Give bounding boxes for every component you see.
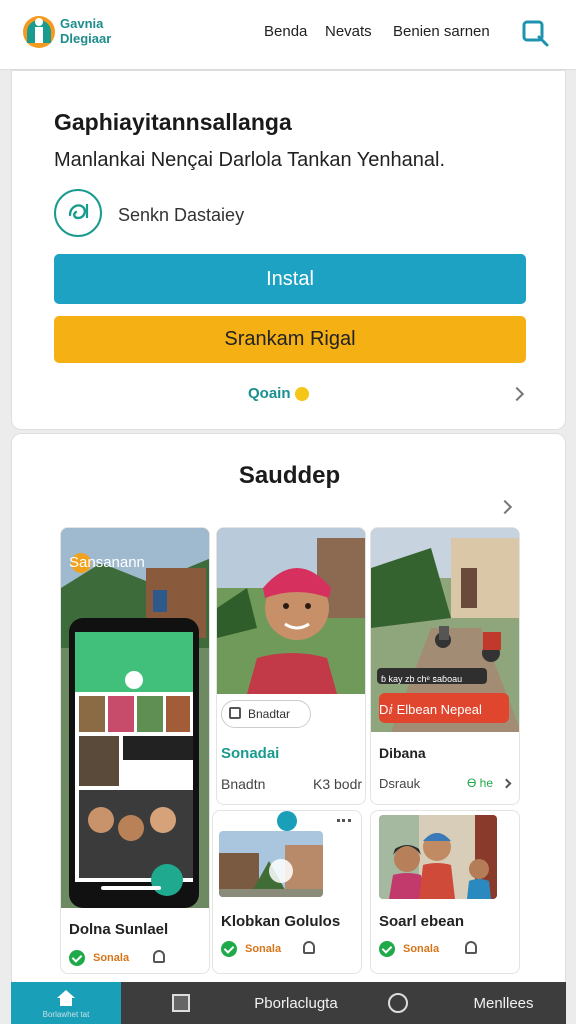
tile-3-sub-right: Ɵ he	[467, 776, 494, 790]
more-options-icon[interactable]	[337, 819, 351, 823]
developer-icon[interactable]	[54, 189, 102, 237]
check-icon	[69, 950, 85, 966]
check-icon	[221, 941, 237, 957]
tile-2-sub: Bnadtn	[221, 776, 266, 792]
screenshot-image-5	[379, 815, 497, 899]
check-icon	[379, 941, 395, 957]
screenshot-image-4	[219, 831, 323, 897]
tile-3-sub: Dsrauk	[379, 776, 421, 791]
chevron-right-icon[interactable]	[509, 386, 525, 402]
nav-link-1[interactable]: Benda	[264, 23, 307, 40]
bell-icon[interactable]	[153, 950, 165, 963]
chevron-right-icon[interactable]	[501, 778, 512, 789]
tablet-icon	[172, 994, 190, 1012]
tile-3-badge[interactable]: Dⅈ Elbean Nepeal	[379, 702, 482, 718]
app-store-page: Gavnia Dlegiaar Benda Nevats Benien sarn…	[0, 0, 576, 1024]
more-info-link[interactable]: Qoain	[248, 385, 309, 402]
screenshots-card: Sauddep Sansanann Dolna Sunlael Sonala B…	[11, 433, 566, 993]
tile-4-marker-icon	[277, 811, 297, 831]
tile-4-status: Sonala	[245, 943, 282, 955]
tile-2-name: Sonadai	[221, 745, 280, 762]
tile-2-sub-right: K3 bodr	[313, 776, 363, 792]
app-info-card: Gaphiayitannsallanga Manlankai Nençai Da…	[11, 70, 566, 430]
tile-4-name: Klobkan Golulos	[221, 913, 341, 930]
screenshot-image-2	[217, 528, 365, 694]
logo-line1: Gavnia	[60, 16, 104, 31]
nav-tab-tablet[interactable]	[121, 982, 241, 1024]
bell-icon[interactable]	[303, 941, 315, 954]
screenshot-tile-5[interactable]: Soarl ebean Sonala	[370, 810, 520, 974]
screenshot-tile-3[interactable]: ɓ kay zb chᵉ ꜱaɓoau Dⅈ Elbean Nepeal Dib…	[370, 527, 520, 805]
edit-icon	[229, 707, 241, 719]
tile-1-overlay-text: Sansanann	[69, 554, 145, 571]
logo-text: Gavnia Dlegiaar	[60, 16, 111, 46]
tile-3-name: Dibana	[379, 745, 426, 761]
screenshot-tile-2[interactable]: Bnadtar Sonadai Bnadtn K3 bodr	[216, 527, 366, 805]
screenshot-tile-1[interactable]: Sansanann Dolna Sunlael Sonala	[60, 527, 210, 974]
developer-name[interactable]: Senkn Dastaiey	[118, 205, 244, 226]
app-logo[interactable]: Gavnia Dlegiaar	[22, 13, 111, 49]
nav-tab-pborlaclugta[interactable]: Pborlaclugta	[241, 982, 351, 1024]
tile-5-status: Sonala	[403, 943, 440, 955]
chevron-right-icon[interactable]	[497, 499, 513, 515]
smiley-icon	[294, 386, 309, 401]
more-info-label: Qoain	[248, 385, 291, 402]
screenshots-title: Sauddep	[238, 462, 341, 489]
compass-icon	[388, 993, 408, 1013]
logo-line2: Dlegiaar	[60, 31, 112, 46]
tile-2-chip-label: Bnadtar	[248, 707, 291, 721]
nav-tab-compass[interactable]	[373, 982, 423, 1024]
nav-tab-home[interactable]: Borlawhet tat	[11, 982, 121, 1024]
tile-3-caption: ɓ kay zb chᵉ ꜱaɓoau	[381, 674, 463, 684]
nav-tab-home-label: Borlawhet tat	[42, 1009, 90, 1019]
bell-icon[interactable]	[465, 941, 477, 954]
nav-link-2[interactable]: Nevats	[325, 23, 372, 40]
app-subtitle: Manlankai Nençai Darlola Tankan Yenhanal…	[54, 149, 446, 171]
search-icon[interactable]	[518, 16, 552, 50]
app-logo-icon	[22, 13, 56, 49]
nav-tab-menllees[interactable]: Menllees	[451, 982, 556, 1024]
bottom-navigation: Borlawhet tat Pborlaclugta Menllees	[11, 982, 566, 1024]
secondary-action-button[interactable]: Srankam Rigal	[54, 316, 526, 363]
tile-1-name: Dolna Sunlael	[69, 921, 169, 938]
screenshot-image-1	[61, 528, 209, 908]
home-icon	[57, 989, 75, 1006]
install-button[interactable]: Instal	[54, 254, 526, 304]
nav-link-3[interactable]: Benien sarnen	[393, 23, 490, 40]
tile-1-status: Sonala	[93, 952, 130, 964]
tile-5-name: Soarl ebean	[379, 913, 465, 930]
app-title: Gaphiayitannsallanga	[54, 109, 292, 135]
top-header: Gavnia Dlegiaar Benda Nevats Benien sarn…	[0, 0, 576, 70]
screenshot-tile-4[interactable]: Klobkan Golulos Sonala	[212, 810, 362, 974]
